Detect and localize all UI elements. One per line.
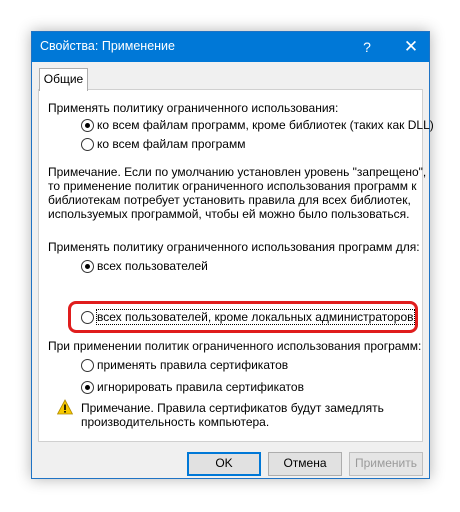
- general-panel: Применять политику ограниченного использ…: [38, 89, 434, 442]
- policy-note: Примечание. Если по умолчанию установлен…: [48, 165, 426, 221]
- radio-label[interactable]: всех пользователей: [97, 259, 208, 273]
- radio-label[interactable]: ко всем файлам программ: [97, 137, 245, 151]
- tab-general[interactable]: Общие: [39, 68, 88, 91]
- window-title: Свойства: Применение: [40, 39, 175, 53]
- note-line: используемых программой, чтобы ей можно …: [48, 207, 410, 221]
- note-line: то применение политик ограниченного испо…: [48, 179, 417, 193]
- radio-button[interactable]: [81, 138, 94, 151]
- policy-heading: Применять политику ограниченного использ…: [48, 101, 339, 115]
- title-bar[interactable]: Свойства: Применение ? ✕: [32, 32, 429, 62]
- warning-icon: [57, 399, 73, 415]
- close-button[interactable]: ✕: [394, 32, 428, 62]
- properties-dialog: Свойства: Применение ? ✕ Общие Применять…: [31, 31, 434, 479]
- radio-label[interactable]: ко всем файлам программ, кроме библиотек…: [97, 118, 434, 132]
- radio-button[interactable]: [81, 359, 94, 372]
- apply-button[interactable]: Применить: [349, 452, 423, 476]
- help-button[interactable]: ?: [350, 32, 384, 62]
- radio-label[interactable]: игнорировать правила сертификатов: [97, 380, 304, 394]
- radio-button[interactable]: [81, 311, 94, 324]
- radio-button[interactable]: [81, 260, 94, 273]
- radio-label[interactable]: применять правила сертификатов: [97, 358, 288, 372]
- radio-button[interactable]: [81, 381, 94, 394]
- users-heading: Применять политику ограниченного использ…: [48, 240, 420, 254]
- ok-button[interactable]: OK: [187, 452, 261, 476]
- radio-label[interactable]: всех пользователей, кроме локальных адми…: [96, 309, 415, 325]
- warning-line: Примечание. Правила сертификатов будут з…: [81, 401, 384, 415]
- certs-heading: При применении политик ограниченного исп…: [48, 339, 422, 353]
- radio-button[interactable]: [81, 119, 94, 132]
- note-line: библиотекам потребует установить правила…: [48, 193, 411, 207]
- note-line: Примечание. Если по умолчанию установлен…: [48, 165, 427, 179]
- warning-line: производительность компьютера.: [81, 415, 270, 429]
- cancel-button[interactable]: Отмена: [268, 452, 342, 476]
- warning-note: Примечание. Правила сертификатов будут з…: [81, 401, 384, 429]
